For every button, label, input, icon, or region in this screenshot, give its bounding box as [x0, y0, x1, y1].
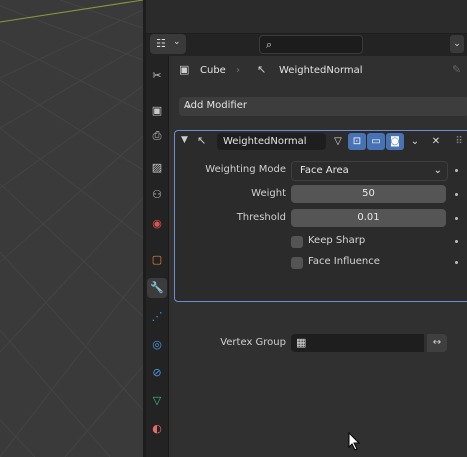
world-icon: ◉ — [152, 217, 162, 230]
pin-icon[interactable]: ✎ — [452, 63, 461, 76]
close-icon: ✕ — [431, 136, 441, 147]
constraints-icon: ⊘ — [152, 366, 162, 379]
keyframe-dot[interactable] — [455, 217, 458, 220]
tab-object[interactable]: ▢ — [147, 250, 167, 270]
tab-world[interactable]: ◉ — [147, 214, 167, 234]
physics-icon: ◎ — [152, 338, 162, 351]
render-toggle-button[interactable]: ◙ — [386, 133, 404, 150]
weight-label: Weight — [251, 188, 286, 199]
tab-constraints[interactable]: ⊘ — [147, 363, 167, 383]
object-icon: ▢ — [151, 253, 163, 266]
cage-button[interactable]: ⊡ — [348, 133, 366, 150]
chevron-down-icon: ⌄ — [173, 37, 181, 47]
cage-icon: ⊡ — [352, 136, 362, 147]
tool-icon: ✂ — [152, 69, 162, 82]
vertex-group-icon: ▦ — [296, 336, 307, 349]
remove-modifier-button[interactable]: ✕ — [427, 133, 445, 150]
monitor-icon: ▭ — [371, 136, 381, 147]
properties-editor: ☷ ⌄ ⌕ ⌄ ✂ ▣ ⎙ ▨ ⚇ ◉ ▢ 🔧 ⋰ ◎ ⊘ ▽ ◐ ▣ Cube… — [146, 0, 467, 457]
chevron-down-icon: ⌄ — [433, 165, 442, 176]
tab-particles[interactable]: ⋰ — [147, 307, 167, 327]
view-layer-icon: ▨ — [151, 161, 163, 174]
viewport-grid — [0, 0, 143, 457]
weight-field[interactable]: 50 — [291, 185, 446, 203]
material-icon: ◐ — [152, 422, 162, 435]
chevron-down-icon: ⌄ — [184, 100, 193, 111]
weighting-mode-value: Face Area — [300, 165, 349, 176]
particles-icon: ⋰ — [151, 310, 163, 323]
face-influence-checkbox[interactable] — [291, 257, 303, 269]
tab-modifier[interactable]: 🔧 — [147, 278, 167, 298]
breadcrumb-separator: › — [236, 65, 240, 76]
search-input[interactable]: ⌕ — [259, 35, 363, 54]
3d-viewport[interactable] — [0, 0, 143, 457]
drag-handle[interactable]: ⠿ — [450, 133, 467, 150]
add-modifier-button[interactable]: Add Modifier ⌄ — [179, 97, 467, 116]
weighted-normal-icon: ↖ — [257, 63, 267, 76]
edit-mode-icon: ▽ — [334, 136, 342, 147]
weighted-normal-icon: ↖ — [197, 134, 207, 147]
tab-tool[interactable]: ✂ — [147, 66, 167, 86]
tab-render[interactable]: ▣ — [147, 101, 167, 121]
breadcrumb-object: Cube — [200, 65, 226, 76]
scene-icon: ⚇ — [152, 188, 162, 201]
properties-tabs: ✂ ▣ ⎙ ▨ ⚇ ◉ ▢ 🔧 ⋰ ◎ ⊘ ▽ ◐ — [146, 56, 169, 457]
render-icon: ▣ — [151, 104, 163, 117]
tab-physics[interactable]: ◎ — [147, 335, 167, 355]
threshold-field[interactable]: 0.01 — [291, 209, 446, 227]
vertex-group-label: Vertex Group — [220, 337, 286, 348]
modifier-properties: ▣ Cube › ↖ WeightedNormal ✎ Add Modifier… — [169, 56, 467, 457]
keyframe-dot[interactable] — [455, 261, 458, 264]
modifier-name-field[interactable]: WeightedNormal — [217, 133, 326, 150]
tab-scene[interactable]: ⚇ — [147, 185, 167, 205]
threshold-label: Threshold — [236, 212, 286, 223]
keyframe-dot[interactable] — [455, 193, 458, 196]
mouse-cursor-icon — [348, 432, 361, 451]
editor-type-button[interactable]: ☷ ⌄ — [150, 34, 186, 54]
collapse-arrow-icon[interactable]: ▼ — [181, 135, 188, 145]
modifier-menu-button[interactable]: ⌄ — [406, 133, 424, 150]
keep-sharp-label: Keep Sharp — [308, 235, 366, 246]
keyframe-dot[interactable] — [455, 169, 458, 172]
tab-output[interactable]: ⎙ — [147, 126, 167, 146]
modifier-panel: ▼ ↖ WeightedNormal ▽ ⊡ ▭ ◙ ⌄ ✕ ⠿ Weighti… — [174, 130, 467, 352]
object-icon: ▣ — [179, 63, 190, 76]
tab-view-layer[interactable]: ▨ — [147, 158, 167, 178]
edit-mode-button[interactable]: ▽ — [329, 133, 347, 150]
camera-icon: ◙ — [390, 136, 400, 147]
properties-editor-icon: ☷ — [156, 37, 166, 50]
modifier-header: ▼ ↖ WeightedNormal ▽ ⊡ ▭ ◙ ⌄ ✕ ⠿ — [175, 131, 467, 153]
weighting-mode-label: Weighting Mode — [205, 164, 286, 175]
search-icon: ⌕ — [266, 38, 273, 51]
tab-data[interactable]: ▽ — [147, 391, 167, 411]
viewport-display-button[interactable]: ▭ — [367, 133, 385, 150]
weighting-mode-dropdown[interactable]: Face Area ⌄ — [291, 161, 448, 181]
keyframe-dot[interactable] — [455, 240, 458, 243]
options-dropdown[interactable]: ⌄ — [450, 35, 464, 53]
breadcrumb-modifier: WeightedNormal — [279, 65, 363, 76]
chevron-down-icon: ⌄ — [410, 136, 420, 147]
swap-arrows-icon: ↔ — [432, 337, 442, 348]
face-influence-label: Face Influence — [308, 256, 380, 267]
invert-vertex-group-button[interactable]: ↔ — [427, 334, 447, 352]
data-icon: ▽ — [152, 394, 162, 407]
tab-material[interactable]: ◐ — [147, 419, 167, 439]
grip-icon: ⠿ — [455, 136, 463, 147]
properties-header — [146, 0, 467, 34]
keep-sharp-checkbox[interactable] — [291, 236, 303, 248]
modifier-icon: 🔧 — [150, 281, 164, 294]
vertex-group-field[interactable]: ▦ — [291, 334, 424, 352]
output-icon: ⎙ — [152, 129, 162, 142]
